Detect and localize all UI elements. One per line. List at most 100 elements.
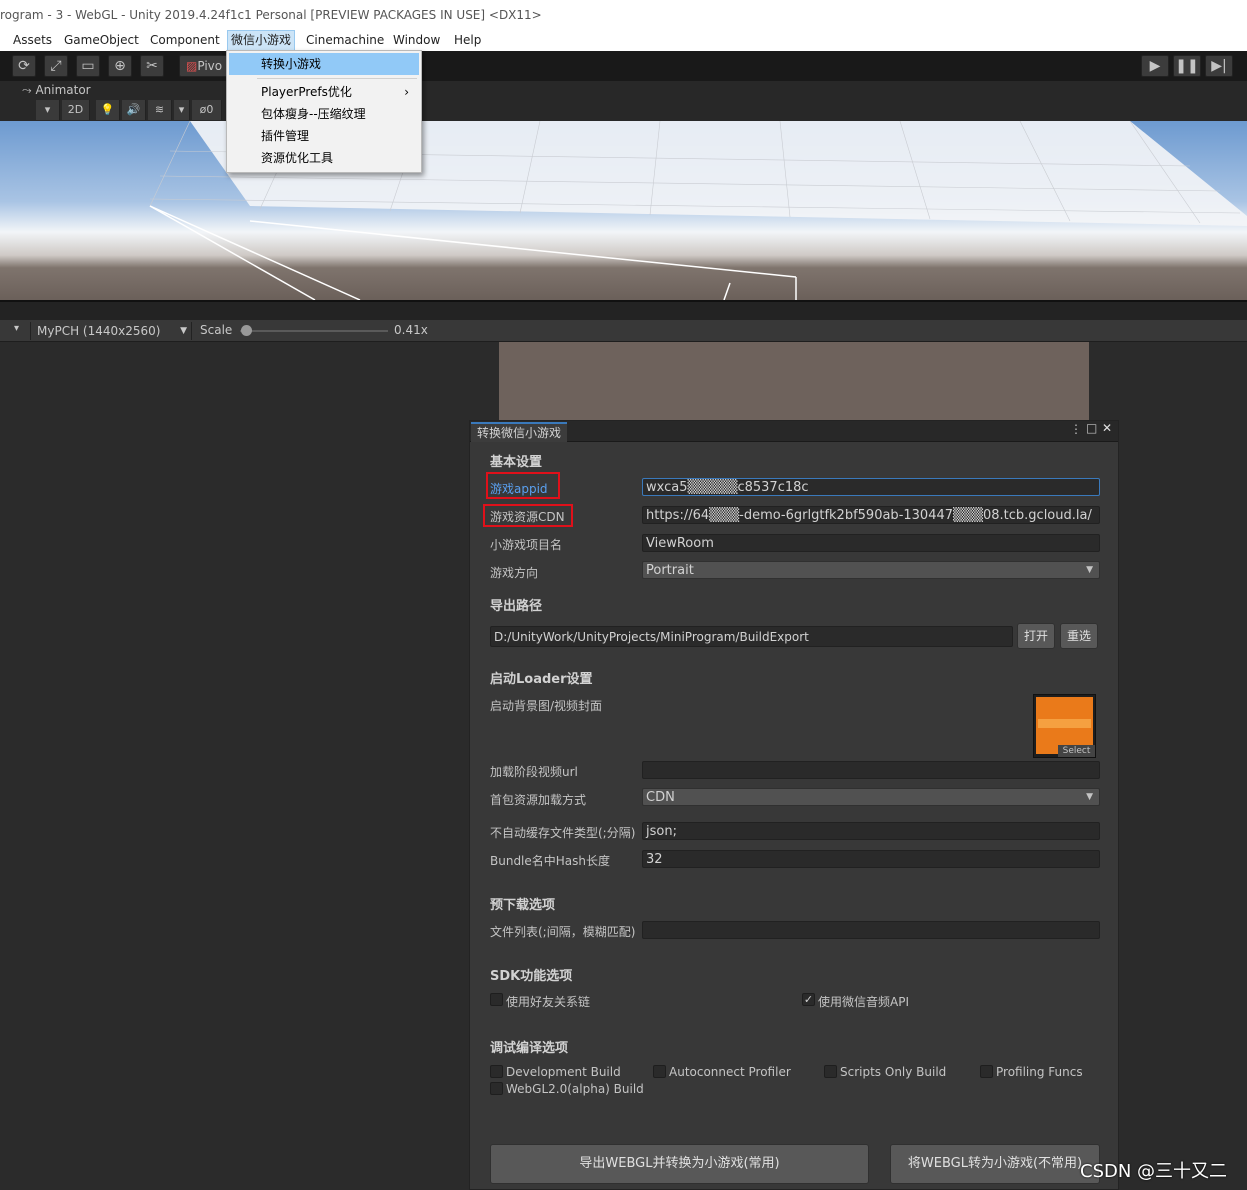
menu-cinemachine[interactable]: Cinemachine	[303, 30, 387, 51]
convert-only-button[interactable]: 将WEBGL转为小游戏(不常用)	[890, 1144, 1100, 1184]
load-mode-select[interactable]: CDN ▼	[642, 788, 1100, 806]
close-icon[interactable]: ✕	[1102, 421, 1112, 435]
project-name-input[interactable]: ViewRoom	[642, 534, 1100, 552]
orientation-label: 游戏方向	[490, 566, 539, 580]
open-button[interactable]: 打开	[1017, 623, 1055, 649]
profiling-funcs-checkbox[interactable]	[980, 1065, 993, 1078]
scene-viewport[interactable]	[0, 121, 1247, 300]
video-url-label: 加载阶段视频url	[490, 765, 578, 779]
menu-item-plugin-manager[interactable]: 插件管理	[229, 125, 419, 147]
friend-chain-label: 使用好友关系链	[506, 995, 591, 1009]
menu-item-resource-tool[interactable]: 资源优化工具	[229, 147, 419, 169]
wechat-audio-checkbox[interactable]: ✓	[802, 993, 815, 1006]
menu-wechat-minigame[interactable]: 微信小游戏	[227, 30, 296, 51]
webgl2-label: WebGL2.0(alpha) Build	[506, 1082, 644, 1096]
game-view-toolbar: ▾ MyPCH (1440x2560) ▼ Scale 0.41x	[0, 320, 1247, 342]
scale-tool-icon[interactable]: ⤢	[44, 55, 68, 77]
play-button[interactable]: ▶	[1141, 55, 1169, 77]
orientation-select[interactable]: Portrait ▼	[642, 561, 1100, 579]
toggle-2d-button[interactable]: 2D	[62, 100, 90, 120]
menu-separator	[257, 78, 417, 79]
menu-item-playerprefs[interactable]: PlayerPrefs优化 ›	[229, 81, 419, 103]
panel-tab-bar: 转换微信小游戏 ⋮ □ ✕	[470, 421, 1118, 442]
lighting-icon[interactable]: 💡	[96, 100, 120, 120]
project-name-label: 小游戏项目名	[490, 538, 563, 552]
menu-help[interactable]: Help	[451, 30, 484, 51]
background-image-label: 启动背景图/视频封面	[490, 699, 603, 713]
game-preview-render	[499, 342, 1089, 422]
watermark: CSDN @三十又二	[1080, 1161, 1228, 1182]
autoconnect-profiler-checkbox[interactable]	[653, 1065, 666, 1078]
export-path-input[interactable]: D:/UnityWork/UnityProjects/MiniProgram/B…	[490, 626, 1013, 647]
resolution-dropdown[interactable]: MyPCH (1440x2560) ▼	[30, 322, 192, 340]
wechat-minigame-dropdown: 转换小游戏 PlayerPrefs优化 › 包体瘦身--压缩纹理 插件管理 资源…	[226, 50, 422, 173]
development-build-checkbox[interactable]	[490, 1065, 503, 1078]
transform-tool-icon[interactable]: ⊕	[108, 55, 132, 77]
pivot-toggle[interactable]: ▨Pivo	[179, 55, 229, 77]
wechat-converter-panel: 转换微信小游戏 ⋮ □ ✕ 基本设置 游戏appid wxca5▒▒▒▒▒c85…	[469, 420, 1119, 1190]
menu-assets[interactable]: Assets	[10, 30, 55, 51]
export-path-title: 导出路径	[490, 599, 543, 614]
scene-status-strip	[0, 300, 1247, 320]
file-list-input[interactable]	[642, 921, 1100, 939]
chevron-down-icon: ▼	[1086, 565, 1093, 575]
appid-highlight-box	[486, 472, 560, 499]
friend-chain-checkbox[interactable]	[490, 993, 503, 1006]
chevron-down-icon: ▼	[180, 326, 187, 336]
draw-mode-dropdown[interactable]: ▾	[36, 100, 60, 120]
menu-gameobject[interactable]: GameObject	[61, 30, 142, 51]
scale-slider-thumb[interactable]	[240, 325, 252, 336]
basic-settings-title: 基本设置	[490, 455, 543, 470]
window-title: rogram - 3 - WebGL - Unity 2019.4.24f1c1…	[0, 8, 542, 22]
scale-value: 0.41x	[394, 323, 428, 337]
custom-tool-icon[interactable]: ✂	[140, 55, 164, 77]
more-options-icon[interactable]: ⋮	[1070, 422, 1082, 436]
pause-button[interactable]: ❚❚	[1173, 55, 1201, 77]
sdk-options-title: SDK功能选项	[490, 969, 573, 984]
video-url-input[interactable]	[642, 761, 1100, 779]
hash-length-input[interactable]: 32	[642, 850, 1100, 868]
debug-options-title: 调试编译选项	[490, 1041, 569, 1056]
thumbnail-logo-strip	[1038, 719, 1091, 728]
export-convert-button[interactable]: 导出WEBGL并转换为小游戏(常用)	[490, 1144, 869, 1184]
autoconnect-profiler-label: Autoconnect Profiler	[669, 1065, 791, 1079]
scene-grid-render	[0, 121, 1247, 300]
scripts-only-checkbox[interactable]	[824, 1065, 837, 1078]
menu-bar: Assets GameObject Component 微信小游戏 Cinema…	[0, 30, 1247, 51]
menu-component[interactable]: Component	[147, 30, 223, 51]
profiling-funcs-label: Profiling Funcs	[996, 1065, 1083, 1079]
cdn-input[interactable]: https://64▒▒▒-demo-6grlgtfk2bf590ab-1304…	[642, 506, 1100, 524]
no-cache-input[interactable]: json;	[642, 822, 1100, 840]
development-build-label: Development Build	[506, 1065, 621, 1079]
menu-window[interactable]: Window	[390, 30, 443, 51]
pivot-icon: ▨	[186, 59, 198, 73]
rotate-tool-icon[interactable]: ⟳	[12, 55, 36, 77]
reselect-button[interactable]: 重选	[1060, 623, 1098, 649]
menu-item-convert[interactable]: 转换小游戏	[229, 53, 419, 75]
chevron-right-icon: ›	[404, 85, 409, 99]
loader-settings-title: 启动Loader设置	[490, 672, 593, 687]
display-dropdown-icon[interactable]: ▾	[14, 323, 19, 334]
effects-dropdown[interactable]: ▾	[174, 100, 190, 120]
scripts-only-label: Scripts Only Build	[840, 1065, 947, 1079]
chevron-down-icon: ▼	[1086, 792, 1093, 802]
background-image-picker[interactable]: Select	[1033, 694, 1096, 758]
webgl2-checkbox[interactable]	[490, 1082, 503, 1095]
hidden-objects-toggle[interactable]: ø0	[192, 100, 222, 120]
preload-title: 预下载选项	[490, 898, 556, 913]
select-label[interactable]: Select	[1058, 745, 1095, 757]
menu-item-compress-texture[interactable]: 包体瘦身--压缩纹理	[229, 103, 419, 125]
scale-slider-track[interactable]	[240, 330, 388, 332]
appid-input[interactable]: wxca5▒▒▒▒▒c8537c18c	[642, 478, 1100, 496]
audio-icon[interactable]: 🔊	[122, 100, 146, 120]
tab-converter[interactable]: 转换微信小游戏	[471, 422, 568, 442]
step-button[interactable]: ▶|	[1205, 55, 1233, 77]
window-title-bar: rogram - 3 - WebGL - Unity 2019.4.24f1c1…	[0, 0, 1247, 30]
rect-tool-icon[interactable]: ▭	[76, 55, 100, 77]
effects-icon[interactable]: ≋	[148, 100, 172, 120]
maximize-icon[interactable]: □	[1086, 421, 1097, 435]
cdn-highlight-box	[483, 504, 573, 527]
wechat-audio-label: 使用微信音频API	[818, 995, 909, 1009]
tab-animator[interactable]: ⤳ Animator	[22, 83, 91, 98]
animator-icon: ⤳	[22, 83, 32, 97]
